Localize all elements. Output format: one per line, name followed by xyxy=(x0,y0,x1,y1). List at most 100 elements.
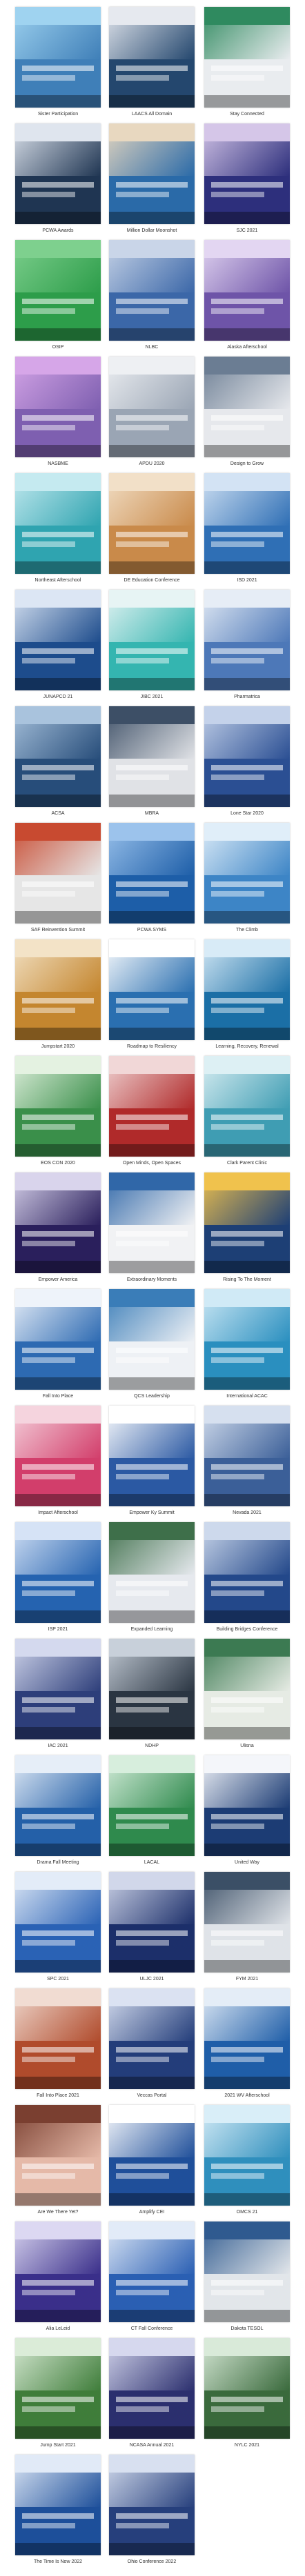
portfolio-thumbnail[interactable] xyxy=(15,590,101,690)
portfolio-thumbnail[interactable] xyxy=(109,7,195,108)
portfolio-thumbnail[interactable] xyxy=(109,2221,195,2322)
portfolio-item[interactable]: Pharmatrica xyxy=(204,590,290,701)
portfolio-item[interactable]: Expanded Learning xyxy=(109,1522,195,1634)
portfolio-thumbnail[interactable] xyxy=(204,2338,290,2439)
portfolio-item[interactable]: QCS Leadership xyxy=(109,1289,195,1401)
portfolio-thumbnail[interactable] xyxy=(204,123,290,224)
portfolio-item[interactable]: OMCS 21 xyxy=(204,2105,290,2217)
portfolio-item[interactable]: Drama Fall Meeting xyxy=(15,1755,101,1867)
portfolio-item[interactable]: ACSA xyxy=(15,706,101,818)
portfolio-thumbnail[interactable] xyxy=(15,939,101,1040)
portfolio-item[interactable]: Building Bridges Conference xyxy=(204,1522,290,1634)
portfolio-item[interactable]: OSIP xyxy=(15,240,101,352)
portfolio-item[interactable]: MBRA xyxy=(109,706,195,818)
portfolio-item[interactable]: DE Education Conference xyxy=(109,473,195,585)
portfolio-item[interactable]: NASBME xyxy=(15,357,101,468)
portfolio-item[interactable]: Open Minds, Open Spaces xyxy=(109,1056,195,1168)
portfolio-thumbnail[interactable] xyxy=(204,823,290,923)
portfolio-thumbnail[interactable] xyxy=(204,2105,290,2206)
portfolio-thumbnail[interactable] xyxy=(204,1522,290,1623)
portfolio-item[interactable]: APDU 2020 xyxy=(109,357,195,468)
portfolio-item[interactable]: Alia LeLeid xyxy=(15,2221,101,2333)
portfolio-thumbnail[interactable] xyxy=(109,240,195,341)
portfolio-item[interactable]: IAC 2021 xyxy=(15,1639,101,1750)
portfolio-thumbnail[interactable] xyxy=(204,1755,290,1856)
portfolio-item[interactable]: 2021 WV Afterschool xyxy=(204,1988,290,2100)
portfolio-thumbnail[interactable] xyxy=(204,706,290,807)
portfolio-item[interactable]: Roadmap to Resiliency xyxy=(109,939,195,1051)
portfolio-thumbnail[interactable] xyxy=(109,939,195,1040)
portfolio-item[interactable]: Million Dollar Moonshot xyxy=(109,123,195,235)
portfolio-thumbnail[interactable] xyxy=(15,1988,101,2089)
portfolio-thumbnail[interactable] xyxy=(204,357,290,457)
portfolio-item[interactable]: Ulisna xyxy=(204,1639,290,1750)
portfolio-item[interactable]: LAACS All Domain xyxy=(109,7,195,119)
portfolio-thumbnail[interactable] xyxy=(15,2105,101,2206)
portfolio-item[interactable]: ULJC 2021 xyxy=(109,1872,195,1984)
portfolio-thumbnail[interactable] xyxy=(204,1056,290,1157)
portfolio-item[interactable]: PCWA SYMS xyxy=(109,823,195,935)
portfolio-item[interactable]: Veccas Portal xyxy=(109,1988,195,2100)
portfolio-item[interactable]: JIBC 2021 xyxy=(109,590,195,701)
portfolio-thumbnail[interactable] xyxy=(204,473,290,574)
portfolio-thumbnail[interactable] xyxy=(109,1172,195,1273)
portfolio-thumbnail[interactable] xyxy=(15,123,101,224)
portfolio-thumbnail[interactable] xyxy=(15,1872,101,1973)
portfolio-item[interactable]: Lone Star 2020 xyxy=(204,706,290,818)
portfolio-item[interactable]: EOS CON 2020 xyxy=(15,1056,101,1168)
portfolio-item[interactable]: SPC 2021 xyxy=(15,1872,101,1984)
portfolio-item[interactable]: Learning, Recovery, Renewal xyxy=(204,939,290,1051)
portfolio-thumbnail[interactable] xyxy=(15,1639,101,1739)
portfolio-item[interactable]: Fall Into Place 2021 xyxy=(15,1988,101,2100)
portfolio-thumbnail[interactable] xyxy=(109,1755,195,1856)
portfolio-thumbnail[interactable] xyxy=(204,1639,290,1739)
portfolio-thumbnail[interactable] xyxy=(204,1406,290,1506)
portfolio-thumbnail[interactable] xyxy=(15,1406,101,1506)
portfolio-item[interactable]: United Way xyxy=(204,1755,290,1867)
portfolio-item[interactable]: Are We There Yet? xyxy=(15,2105,101,2217)
portfolio-item[interactable]: Jumpstart 2020 xyxy=(15,939,101,1051)
portfolio-thumbnail[interactable] xyxy=(15,2338,101,2439)
portfolio-thumbnail[interactable] xyxy=(109,357,195,457)
portfolio-thumbnail[interactable] xyxy=(109,706,195,807)
portfolio-item[interactable]: PCWA Awards xyxy=(15,123,101,235)
portfolio-item[interactable]: Jump Start 2021 xyxy=(15,2338,101,2450)
portfolio-item[interactable]: Extraordinary Moments xyxy=(109,1172,195,1284)
portfolio-item[interactable]: Alaska Afterschool xyxy=(204,240,290,352)
portfolio-item[interactable]: LACAL xyxy=(109,1755,195,1867)
portfolio-item[interactable]: The Climb xyxy=(204,823,290,935)
portfolio-thumbnail[interactable] xyxy=(204,939,290,1040)
portfolio-thumbnail[interactable] xyxy=(15,2455,101,2555)
portfolio-thumbnail[interactable] xyxy=(109,1988,195,2089)
portfolio-thumbnail[interactable] xyxy=(109,473,195,574)
portfolio-thumbnail[interactable] xyxy=(204,1872,290,1973)
portfolio-thumbnail[interactable] xyxy=(15,823,101,923)
portfolio-thumbnail[interactable] xyxy=(15,473,101,574)
portfolio-thumbnail[interactable] xyxy=(204,240,290,341)
portfolio-thumbnail[interactable] xyxy=(15,706,101,807)
portfolio-thumbnail[interactable] xyxy=(15,357,101,457)
portfolio-item[interactable]: NLBC xyxy=(109,240,195,352)
portfolio-thumbnail[interactable] xyxy=(15,240,101,341)
portfolio-thumbnail[interactable] xyxy=(204,590,290,690)
portfolio-thumbnail[interactable] xyxy=(109,1406,195,1506)
portfolio-thumbnail[interactable] xyxy=(15,1172,101,1273)
portfolio-item[interactable]: JUNAPCD 21 xyxy=(15,590,101,701)
portfolio-item[interactable]: Dakota TESOL xyxy=(204,2221,290,2333)
portfolio-item[interactable]: CT Fall Conference xyxy=(109,2221,195,2333)
portfolio-item[interactable]: Nevada 2021 xyxy=(204,1406,290,1517)
portfolio-item[interactable]: International ACAC xyxy=(204,1289,290,1401)
portfolio-thumbnail[interactable] xyxy=(109,2105,195,2206)
portfolio-item[interactable]: NCASA Annual 2021 xyxy=(109,2338,195,2450)
portfolio-item[interactable]: Ohio Conference 2022 xyxy=(109,2455,195,2566)
portfolio-item[interactable]: Stay Connected xyxy=(204,7,290,119)
portfolio-thumbnail[interactable] xyxy=(15,7,101,108)
portfolio-thumbnail[interactable] xyxy=(109,2338,195,2439)
portfolio-item[interactable]: NDHP xyxy=(109,1639,195,1750)
portfolio-thumbnail[interactable] xyxy=(109,1872,195,1973)
portfolio-thumbnail[interactable] xyxy=(109,590,195,690)
portfolio-thumbnail[interactable] xyxy=(109,2455,195,2555)
portfolio-item[interactable]: FYM 2021 xyxy=(204,1872,290,1984)
portfolio-thumbnail[interactable] xyxy=(15,1056,101,1157)
portfolio-item[interactable]: Northeast Afterschool xyxy=(15,473,101,585)
